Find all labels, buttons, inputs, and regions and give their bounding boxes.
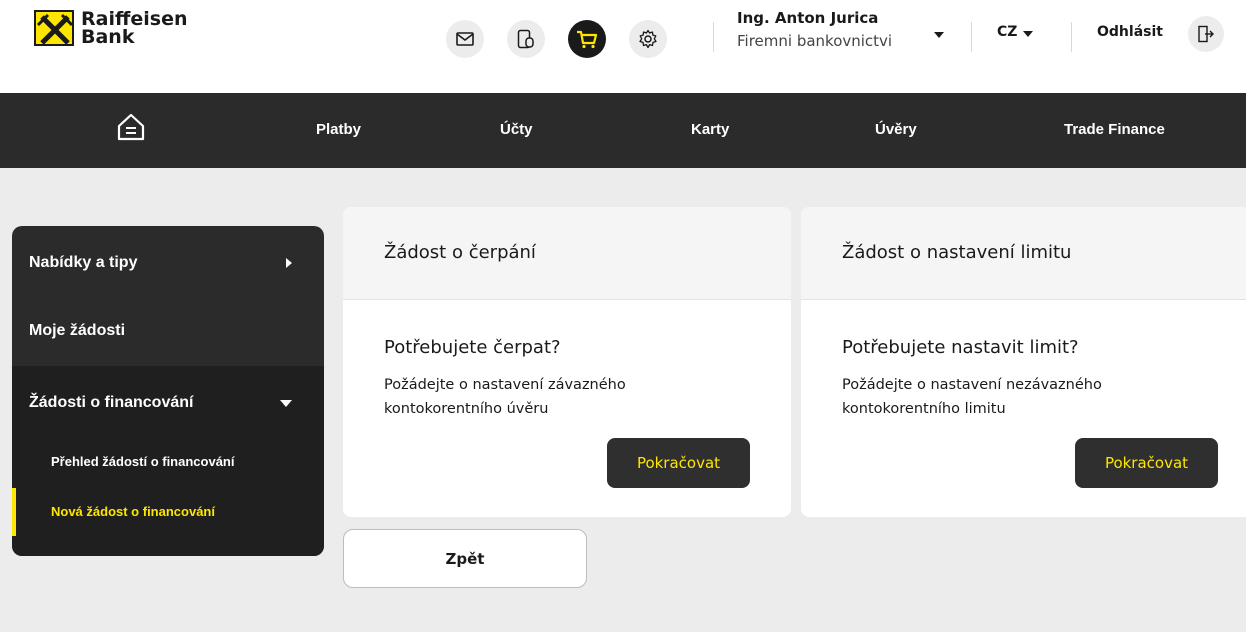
card-description: Požádejte o nastavení nezávazného kontok… <box>842 373 1202 421</box>
back-button[interactable]: Zpět <box>343 529 587 588</box>
card-description-line: kontokorentního limitu <box>842 401 1006 417</box>
device-icon[interactable] <box>507 20 545 58</box>
header-divider <box>713 22 714 52</box>
chevron-right-icon <box>286 258 292 268</box>
nav-item-platby[interactable]: Platby <box>316 121 361 138</box>
card-drawing-request: Žádost o čerpání Potřebujete čerpat? Pož… <box>343 207 791 517</box>
sidebar-item-label: Žádosti o financování <box>29 394 194 411</box>
card-header: Žádost o čerpání <box>343 207 791 300</box>
active-indicator <box>12 488 16 536</box>
card-description-line: Požádejte o nastavení závazného <box>384 377 626 393</box>
mail-icon[interactable] <box>446 20 484 58</box>
sidebar-subitem-label: Přehled žádostí o financování <box>51 454 235 469</box>
card-limit-request: Žádost o nastavení limitu Potřebujete na… <box>801 207 1246 517</box>
chevron-down-icon <box>280 400 292 407</box>
card-title: Potřebujete nastavit limit? <box>842 337 1079 358</box>
card-description-line: kontokorentního úvěru <box>384 401 549 417</box>
sidebar-section-financing: Žádosti o financování Přehled žádostí o … <box>12 366 324 556</box>
card-header: Žádost o nastavení limitu <box>801 207 1246 300</box>
raiffeisen-logo[interactable]: Raiffeisen Bank <box>34 10 187 48</box>
user-chevron-down-icon[interactable] <box>934 32 944 38</box>
home-icon[interactable] <box>115 111 147 143</box>
card-description-line: Požádejte o nastavení nezávazného <box>842 377 1102 393</box>
nav-item-karty[interactable]: Karty <box>691 121 729 138</box>
header-divider <box>1071 22 1072 52</box>
gear-icon[interactable] <box>629 20 667 58</box>
sidebar-item-label: Nabídky a tipy <box>29 254 138 271</box>
continue-button[interactable]: Pokračovat <box>1075 438 1218 488</box>
nav-item-trade-finance[interactable]: Trade Finance <box>1064 121 1165 138</box>
sidebar-item-label: Moje žádosti <box>29 322 126 339</box>
header-divider <box>971 22 972 52</box>
continue-button[interactable]: Pokračovat <box>607 438 750 488</box>
card-title: Potřebujete čerpat? <box>384 337 561 358</box>
language-chevron-down-icon[interactable] <box>1023 31 1033 37</box>
nav-item-uvery[interactable]: Úvěry <box>875 121 917 138</box>
language-select[interactable]: CZ <box>997 24 1017 40</box>
logout-button[interactable]: Odhlásit <box>1097 24 1163 40</box>
logo-text-line2: Bank <box>81 26 135 48</box>
cart-icon[interactable] <box>568 20 606 58</box>
user-role: Firemni bankovnictvi <box>737 32 893 50</box>
logo-mark-icon <box>34 10 74 46</box>
logout-icon[interactable] <box>1188 16 1224 52</box>
user-name: Ing. Anton Jurica <box>737 9 879 27</box>
main-navigation: Platby Účty Karty Úvěry Trade Finance <box>0 93 1246 168</box>
card-description: Požádejte o nastavení závazného kontokor… <box>384 373 744 421</box>
sidebar: Nabídky a tipy Moje žádosti Žádosti o fi… <box>12 226 324 556</box>
nav-item-ucty[interactable]: Účty <box>500 121 533 138</box>
sidebar-subitem-label: Nová žádost o financování <box>51 504 215 519</box>
top-header: Raiffeisen Bank Ing. Anton Jurica Firemn… <box>0 0 1246 93</box>
user-menu[interactable]: Ing. Anton Jurica Firemni bankovnictvi <box>737 9 892 50</box>
